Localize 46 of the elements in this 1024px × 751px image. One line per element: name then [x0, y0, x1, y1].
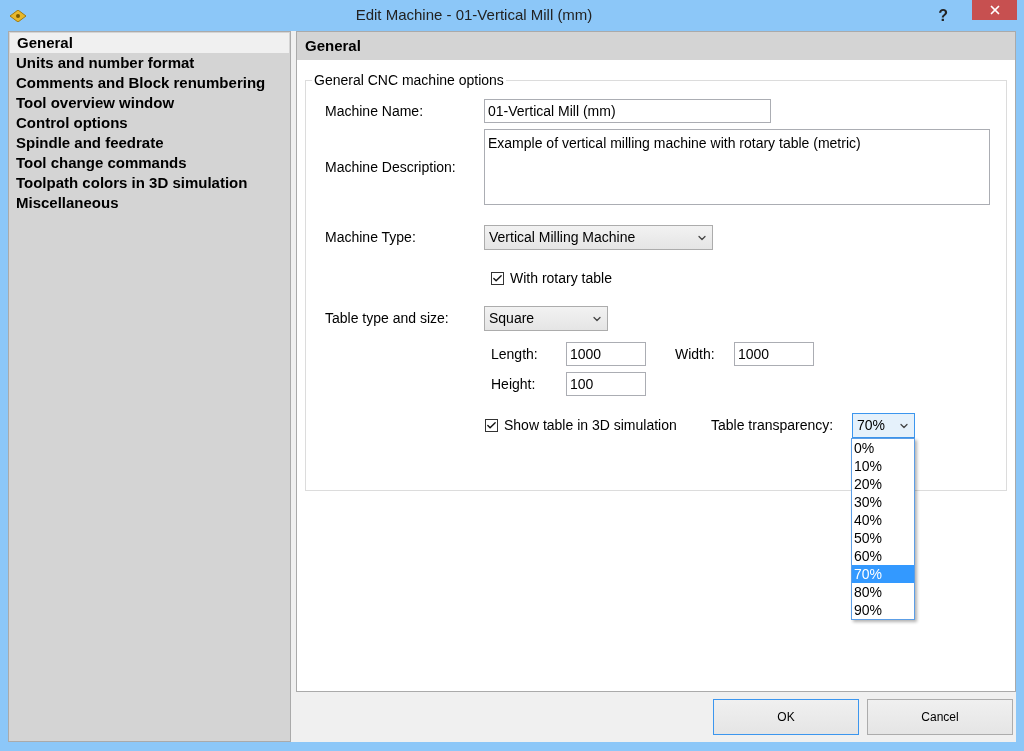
dialog-button[interactable]: Cancel [867, 699, 1013, 735]
sidebar-item[interactable]: Control options [9, 113, 290, 133]
sidebar-item[interactable]: General [10, 33, 289, 53]
dropdown-option[interactable]: 90% [852, 601, 914, 619]
dropdown[interactable]: 70% [852, 413, 915, 438]
field-label: Length: [491, 344, 539, 364]
field-label: Height: [491, 374, 537, 394]
text-field[interactable]: 1000 [566, 342, 646, 366]
checkbox[interactable] [491, 271, 504, 285]
panel-header: General [296, 31, 1016, 60]
sidebar-item[interactable]: Comments and Block renumbering [9, 73, 290, 93]
dialog-button[interactable]: OK [713, 699, 859, 735]
dropdown-option[interactable]: 20% [852, 475, 914, 493]
dropdown-option[interactable]: 60% [852, 547, 914, 565]
field-label: Machine Name: [325, 101, 425, 121]
dropdown-option[interactable]: 0% [852, 439, 914, 457]
sidebar-item[interactable]: Toolpath colors in 3D simulation [9, 173, 290, 193]
checkbox-label: With rotary table [510, 268, 612, 288]
sidebar-item[interactable]: Spindle and feedrate [9, 133, 290, 153]
help-button[interactable]: ? [938, 3, 948, 28]
sidebar-item[interactable]: Tool change commands [9, 153, 290, 173]
field-label: Table type and size: [325, 309, 450, 328]
close-button[interactable] [972, 0, 1017, 20]
checkbox[interactable] [485, 419, 498, 432]
sidebar-item[interactable]: Tool overview window [9, 93, 290, 113]
text-area[interactable]: Example of vertical milling machine with rotary table (metric) [484, 129, 990, 205]
field-label: Table transparency: [711, 416, 835, 435]
dropdown-option[interactable]: 10% [852, 457, 914, 475]
dropdown-option[interactable]: 40% [852, 511, 914, 529]
dropdown-option[interactable]: 30% [852, 493, 914, 511]
window-title: Edit Machine - 01-Vertical Mill (mm) [354, 5, 594, 26]
field-label: Machine Type: [325, 228, 417, 247]
sidebar-item[interactable]: Miscellaneous [9, 193, 290, 213]
dropdown-option[interactable]: 80% [852, 583, 914, 601]
sidebar-item[interactable]: Units and number format [9, 53, 290, 73]
checkbox-label: Show table in 3D simulation [504, 416, 677, 435]
app-logo-icon [10, 9, 26, 22]
field-label: Width: [675, 344, 716, 364]
text-field[interactable]: 01-Vertical Mill (mm) [484, 99, 771, 123]
text-field[interactable]: 1000 [734, 342, 814, 366]
dropdown-option[interactable]: 50% [852, 529, 914, 547]
field-label: Machine Description: [325, 157, 457, 177]
dropdown[interactable]: Vertical Milling Machine [484, 225, 713, 250]
text-field[interactable]: 100 [566, 372, 646, 396]
dropdown[interactable]: Square [484, 306, 608, 331]
group-legend: General CNC machine options [312, 71, 506, 89]
